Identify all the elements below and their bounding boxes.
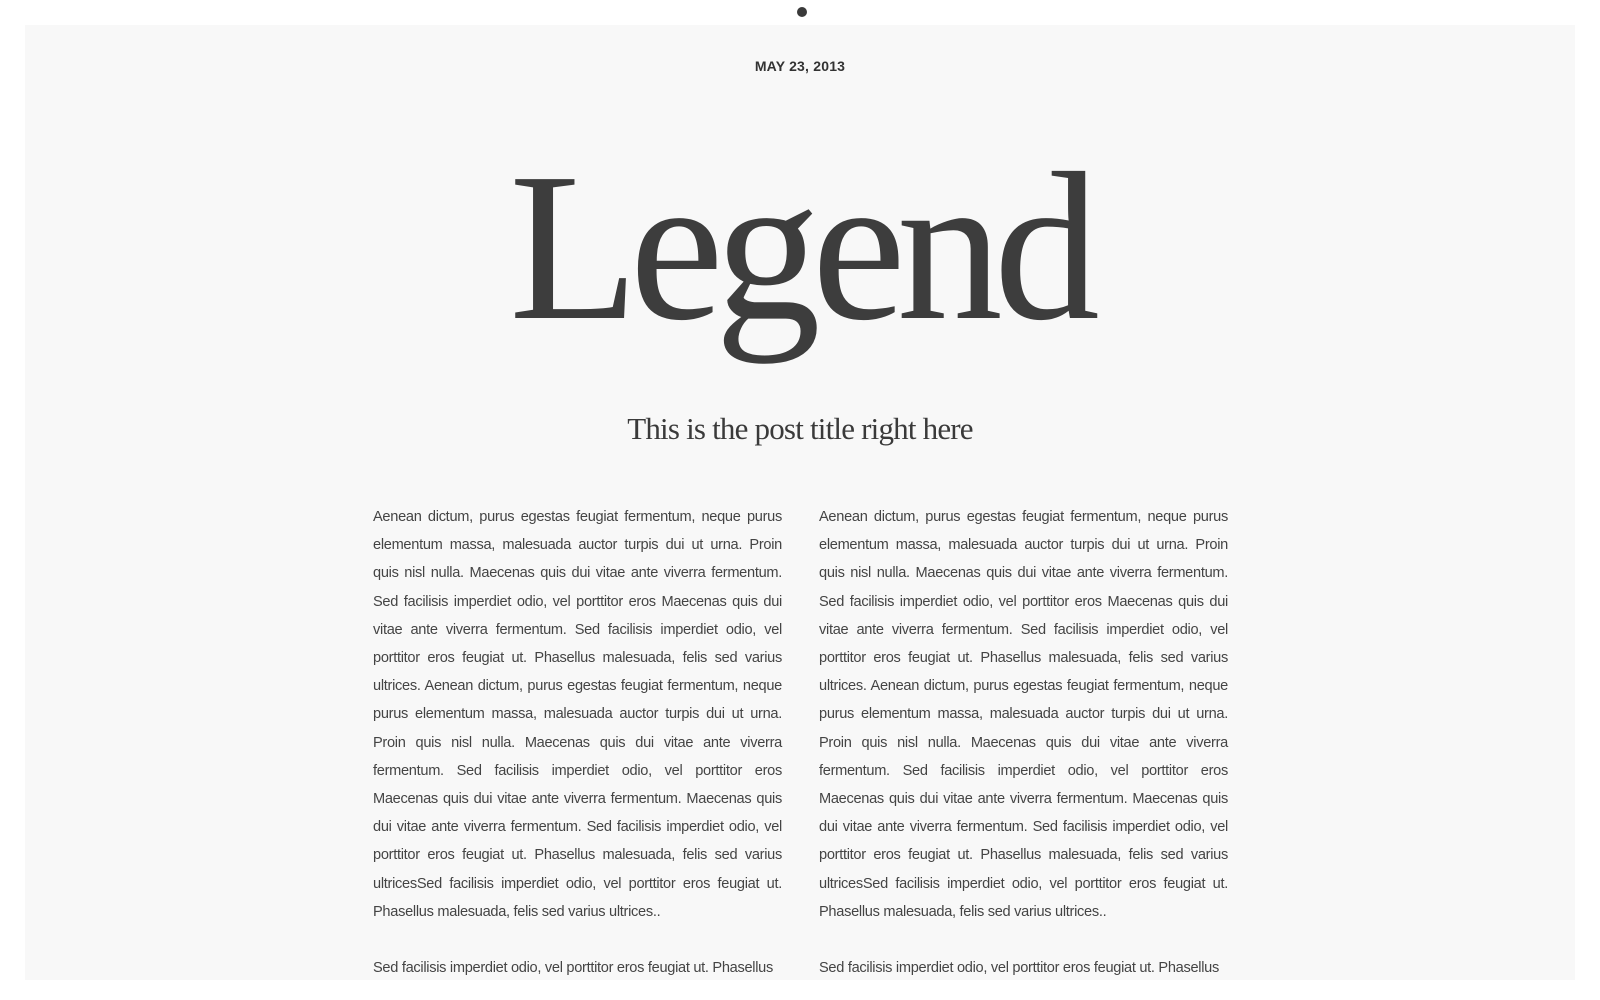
blog-post-panel: MAY 23, 2013 Legend This is the post tit… — [25, 25, 1575, 980]
post-title[interactable]: This is the post title right here — [25, 411, 1575, 447]
blog-brand-title[interactable]: Legend — [25, 137, 1575, 357]
body-paragraph: Aenean dictum, purus egestas feugiat fer… — [819, 509, 1228, 920]
body-paragraph: Sed facilisis imperdiet odio, vel portti… — [373, 960, 773, 977]
post-body-column-right: Aenean dictum, purus egestas feugiat fer… — [819, 503, 1228, 980]
post-body-column-left: Aenean dictum, purus egestas feugiat fer… — [373, 503, 782, 980]
post-date: MAY 23, 2013 — [754, 58, 846, 74]
body-paragraph: Sed facilisis imperdiet odio, vel portti… — [819, 960, 1219, 977]
body-paragraph: Aenean dictum, purus egestas feugiat fer… — [373, 509, 782, 920]
page-indicator-dot[interactable] — [797, 7, 807, 17]
